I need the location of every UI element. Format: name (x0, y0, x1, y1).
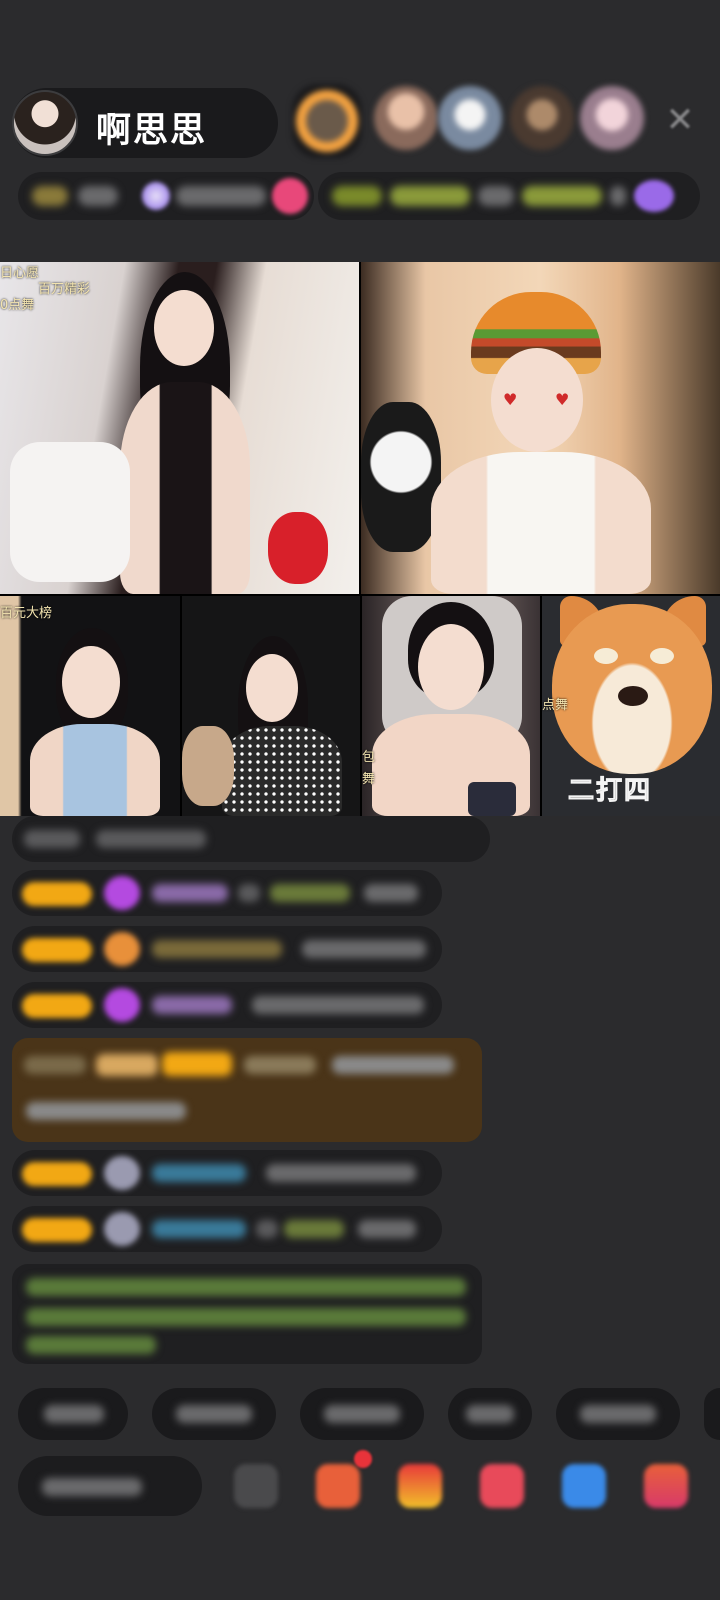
chat-feed[interactable] (0, 816, 720, 1364)
live-header: 啊思思 ✕ (0, 80, 720, 164)
overlay-text: 百万精彩 (38, 282, 91, 297)
heart-sticker: ♥ (555, 390, 570, 409)
interaction-icon[interactable] (480, 1464, 524, 1508)
quick-reply-chip[interactable] (300, 1388, 424, 1440)
system-notice (12, 1264, 482, 1364)
stat-text-blurred (176, 186, 266, 206)
viewer-avatar-2[interactable] (374, 86, 438, 150)
overlay-text: 点舞 (542, 698, 569, 713)
quick-reply-chip[interactable] (556, 1388, 680, 1440)
video-tile-guest-3[interactable]: 百元大榜 (0, 596, 180, 816)
video-tile-guest-2[interactable]: ♥ ♥ (361, 262, 720, 594)
activity-text-blurred (478, 186, 514, 206)
activity-text-blurred (522, 186, 602, 206)
level-badge (22, 938, 92, 962)
level-badge (22, 882, 92, 906)
fans-icon (142, 182, 170, 210)
gift-icon[interactable] (634, 180, 674, 212)
chat-message (12, 870, 442, 916)
dog-brow (594, 648, 618, 664)
activity-text-blurred (332, 186, 382, 206)
host-avatar[interactable] (12, 90, 78, 156)
level-badge (22, 1162, 92, 1186)
overlay-text: 百元大榜 (0, 606, 53, 621)
close-icon[interactable]: ✕ (660, 100, 700, 140)
rank-icon (32, 186, 68, 206)
avatar-icon (104, 1156, 140, 1190)
viewer-avatar-3[interactable] (438, 86, 502, 150)
highlight-message (12, 1038, 482, 1142)
quick-reply-chip[interactable] (18, 1388, 128, 1440)
guest-figure (431, 452, 651, 594)
dog-nose (618, 686, 648, 706)
avatar-icon (104, 1212, 140, 1246)
chat-bubble-icon[interactable] (562, 1464, 606, 1508)
video-tile-main[interactable]: 日心愿 百万精彩 0点舞 (0, 262, 359, 594)
chat-message (12, 982, 442, 1028)
viewer-avatar-1[interactable] (292, 84, 362, 158)
quick-reply-chip[interactable] (152, 1388, 276, 1440)
chat-input[interactable] (18, 1456, 202, 1516)
follow-icon[interactable] (272, 178, 308, 214)
activity-text-blurred (390, 186, 470, 206)
shop-icon[interactable] (316, 1464, 360, 1508)
activity-text-blurred (610, 186, 626, 206)
dog-caption: 二打四 (567, 776, 653, 807)
activity-strip[interactable] (318, 172, 700, 220)
plush-toy (361, 402, 441, 552)
dog-brow (650, 648, 674, 664)
more-icon[interactable] (644, 1464, 688, 1508)
white-cushion (10, 442, 130, 582)
host-name: 啊思思 (96, 111, 208, 151)
video-tile-guest-6[interactable]: 点舞 二打四 (542, 596, 720, 816)
video-tile-guest-5[interactable]: 包 舞 (362, 596, 540, 816)
overlay-text: 日心愿 (0, 266, 40, 281)
microphone (468, 782, 516, 816)
quick-reply-chip[interactable] (704, 1388, 720, 1440)
video-tile-guest-4[interactable] (182, 596, 360, 816)
overlay-text: 0点舞 (0, 298, 35, 313)
notification-dot (354, 1450, 372, 1468)
overlay-text: 包 (362, 750, 376, 765)
overlay-text: 舞 (362, 772, 376, 787)
quick-reply-chip[interactable] (448, 1388, 532, 1440)
heart-sticker: ♥ (503, 390, 518, 409)
emoji-icon[interactable] (234, 1464, 278, 1508)
gem-icon (104, 876, 140, 910)
red-toy (268, 512, 328, 584)
room-stats-strip[interactable] (18, 172, 314, 220)
host-info-pill[interactable]: 啊思思 (12, 88, 278, 158)
chat-message (12, 1206, 442, 1252)
badge-icon (104, 932, 140, 966)
viewer-avatar-4[interactable] (510, 86, 574, 150)
chat-message (12, 926, 442, 972)
level-badge (22, 1218, 92, 1242)
multi-guest-video-grid: 日心愿 百万精彩 0点舞 ♥ ♥ 百元大榜 包 舞 点舞 二打四 (0, 262, 720, 816)
chat-message (12, 1150, 442, 1196)
stat-text-blurred (78, 186, 118, 206)
plush-toy (182, 726, 234, 806)
gift-box-icon[interactable] (398, 1464, 442, 1508)
viewer-avatar-5[interactable] (580, 86, 644, 150)
level-badge (22, 994, 92, 1018)
gem-icon (104, 988, 140, 1022)
chat-message (12, 816, 490, 862)
